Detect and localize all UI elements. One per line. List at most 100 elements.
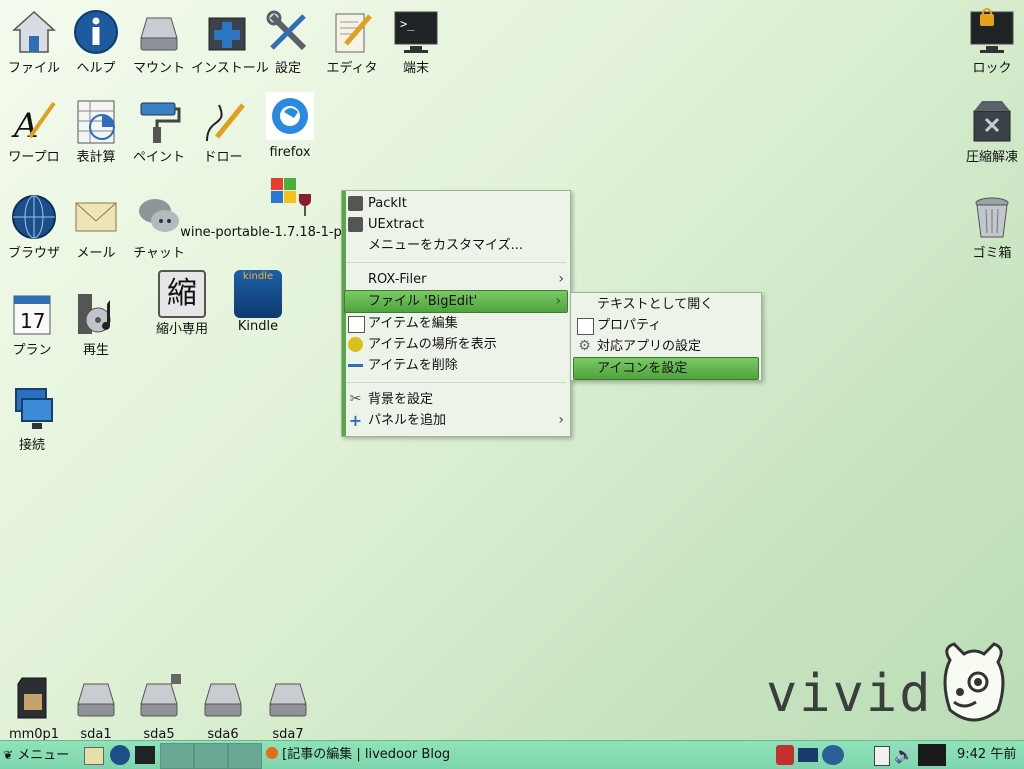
- planner-label: プラン: [12, 343, 52, 358]
- spreadsheet-desktop-icon[interactable]: 表計算: [64, 97, 128, 165]
- wine-desktop-icon[interactable]: wine-portable-1.7.18-1-p: [176, 172, 346, 240]
- help-desktop-icon[interactable]: ヘルプ: [64, 8, 128, 76]
- menu-item-label: アイテムを編集: [368, 316, 458, 331]
- menu-item-add-panel[interactable]: + パネルを追加 ›: [342, 410, 570, 431]
- security-shield-icon[interactable]: [776, 745, 794, 765]
- editor-desktop-icon[interactable]: エディタ: [320, 8, 384, 76]
- background-icon: ✂: [349, 391, 362, 407]
- menu-item-label: アイテムを削除: [368, 358, 458, 373]
- mount-label: マウント: [132, 61, 185, 76]
- menu-item-show-location[interactable]: アイテムの場所を表示: [342, 334, 570, 355]
- submenu-set-icon[interactable]: アイコンを設定: [573, 357, 759, 380]
- files-desktop-icon[interactable]: ファイル: [2, 8, 66, 76]
- menu-item-uextract[interactable]: UExtract: [342, 214, 570, 235]
- browser-desktop-icon[interactable]: ブラウザ: [2, 193, 66, 261]
- kindle-label: Kindle: [237, 319, 279, 334]
- menu-item-label: プロパティ: [597, 318, 662, 333]
- menu-item-rox-filer[interactable]: ROX-Filer ›: [342, 269, 570, 290]
- menu-item-customize[interactable]: メニューをカスタマイズ...: [342, 235, 570, 256]
- taskbar: ❦ メニュー [記事の編集 | livedoor Blog 🔊 9:42 午前: [0, 740, 1024, 769]
- keyboard-icon[interactable]: [798, 748, 818, 762]
- calendar-day: 17: [20, 309, 45, 333]
- submenu-open-as-text[interactable]: テキストとして開く: [571, 294, 761, 315]
- menu-item-label: テキストとして開く: [597, 297, 714, 312]
- play-desktop-icon[interactable]: 再生: [64, 290, 128, 358]
- planner-desktop-icon[interactable]: 17 プラン: [0, 290, 64, 358]
- svg-text:A: A: [11, 106, 39, 145]
- trash-can-icon: [975, 197, 1009, 238]
- unzip-desktop-icon[interactable]: 圧縮解凍: [960, 97, 1024, 165]
- menu-item-label: UExtract: [368, 217, 425, 232]
- paint-label: ペイント: [132, 150, 185, 165]
- lock-label: ロック: [972, 61, 1012, 76]
- workspace-3[interactable]: [228, 743, 262, 769]
- browser-launcher-icon[interactable]: [110, 745, 130, 765]
- info-icon: [74, 10, 118, 54]
- workspace-1[interactable]: [160, 743, 194, 769]
- gear-icon: ⚙: [578, 338, 591, 354]
- globe-icon: [12, 195, 56, 239]
- draw-desktop-icon[interactable]: ドロー: [191, 97, 255, 165]
- volume-icon[interactable]: 🔊: [894, 743, 914, 767]
- terminal-desktop-icon[interactable]: >_ 端末: [384, 8, 448, 76]
- install-desktop-icon[interactable]: インストール: [191, 8, 269, 76]
- clipboard-icon[interactable]: [874, 746, 890, 766]
- chevron-right-icon: ›: [558, 271, 564, 287]
- browser-label: ブラウザ: [7, 246, 60, 261]
- drive-sda7[interactable]: sda7: [256, 674, 320, 742]
- network-icon: [15, 388, 53, 429]
- menu-item-label: アイテムの場所を表示: [368, 337, 497, 352]
- taskbar-window-blog[interactable]: [記事の編集 | livedoor Blog: [266, 743, 450, 767]
- network-status-icon[interactable]: [822, 745, 844, 765]
- window-title: [記事の編集 | livedoor Blog: [282, 747, 451, 762]
- connect-label: 接続: [18, 438, 45, 453]
- workspace-2[interactable]: [194, 743, 228, 769]
- menu-item-background[interactable]: ✂ 背景を設定: [342, 389, 570, 410]
- remove-icon: [348, 364, 363, 367]
- kindle-desktop-icon[interactable]: kindle Kindle: [226, 270, 290, 334]
- terminal-label: 端末: [402, 61, 429, 76]
- lock-desktop-icon[interactable]: ロック: [960, 8, 1024, 76]
- drive-icon: [204, 683, 242, 717]
- drive-mm0p1[interactable]: mm0p1: [2, 674, 66, 742]
- menu-item-file-bigedit[interactable]: ファイル 'BigEdit' ›: [344, 290, 568, 313]
- drive-sda6[interactable]: sda6: [191, 674, 255, 742]
- clock[interactable]: 9:42 午前: [957, 743, 1016, 767]
- drive-sda1[interactable]: sda1: [64, 674, 128, 742]
- connect-desktop-icon[interactable]: 接続: [0, 385, 64, 453]
- mount-desktop-icon[interactable]: マウント: [127, 8, 191, 76]
- wordpro-label: ワープロ: [8, 150, 60, 165]
- shrink-icon: 縮: [158, 270, 206, 318]
- menu-item-label: アイコンを設定: [597, 361, 688, 376]
- mail-desktop-icon[interactable]: メール: [64, 193, 128, 261]
- media-icon: [78, 294, 111, 334]
- file-submenu: テキストとして開く プロパティ ⚙ 対応アプリの設定 アイコンを設定: [570, 292, 762, 381]
- trash-desktop-icon[interactable]: ゴミ箱: [960, 193, 1024, 261]
- start-menu-button[interactable]: ❦ メニュー: [3, 743, 69, 767]
- shrink-desktop-icon[interactable]: 縮 縮小専用: [150, 270, 214, 337]
- terminal-launcher-icon[interactable]: [135, 746, 155, 764]
- paint-desktop-icon[interactable]: ペイント: [127, 97, 191, 165]
- wine-label: wine-portable-1.7.18-1-p: [180, 225, 342, 240]
- settings-desktop-icon[interactable]: 設定: [256, 8, 320, 76]
- menu-item-label: ROX-Filer: [368, 272, 427, 287]
- cpu-monitor-icon: [918, 744, 946, 766]
- drive-sda5[interactable]: sda5: [127, 674, 191, 742]
- draw-label: ドロー: [203, 150, 243, 165]
- spreadsheet-label: 表計算: [76, 150, 116, 165]
- submenu-properties[interactable]: プロパティ: [571, 315, 761, 336]
- file-manager-launcher-icon[interactable]: [84, 747, 104, 765]
- archive-icon: [973, 101, 1011, 142]
- menu-item-label: ファイル 'BigEdit': [368, 294, 478, 309]
- envelope-icon: [75, 202, 117, 232]
- svg-text:>_: >_: [400, 17, 415, 31]
- chevron-right-icon: ›: [555, 293, 561, 309]
- menu-item-packit[interactable]: PackIt: [342, 193, 570, 214]
- firefox-desktop-icon[interactable]: firefox: [258, 92, 322, 160]
- play-label: 再生: [82, 343, 109, 358]
- menu-item-remove[interactable]: アイテムを削除: [342, 355, 570, 376]
- wordpro-desktop-icon[interactable]: A ワープロ: [2, 97, 66, 165]
- submenu-app-settings[interactable]: ⚙ 対応アプリの設定: [571, 336, 761, 357]
- menu-item-edit-item[interactable]: アイテムを編集: [342, 313, 570, 334]
- paint-roller-icon: [140, 102, 181, 143]
